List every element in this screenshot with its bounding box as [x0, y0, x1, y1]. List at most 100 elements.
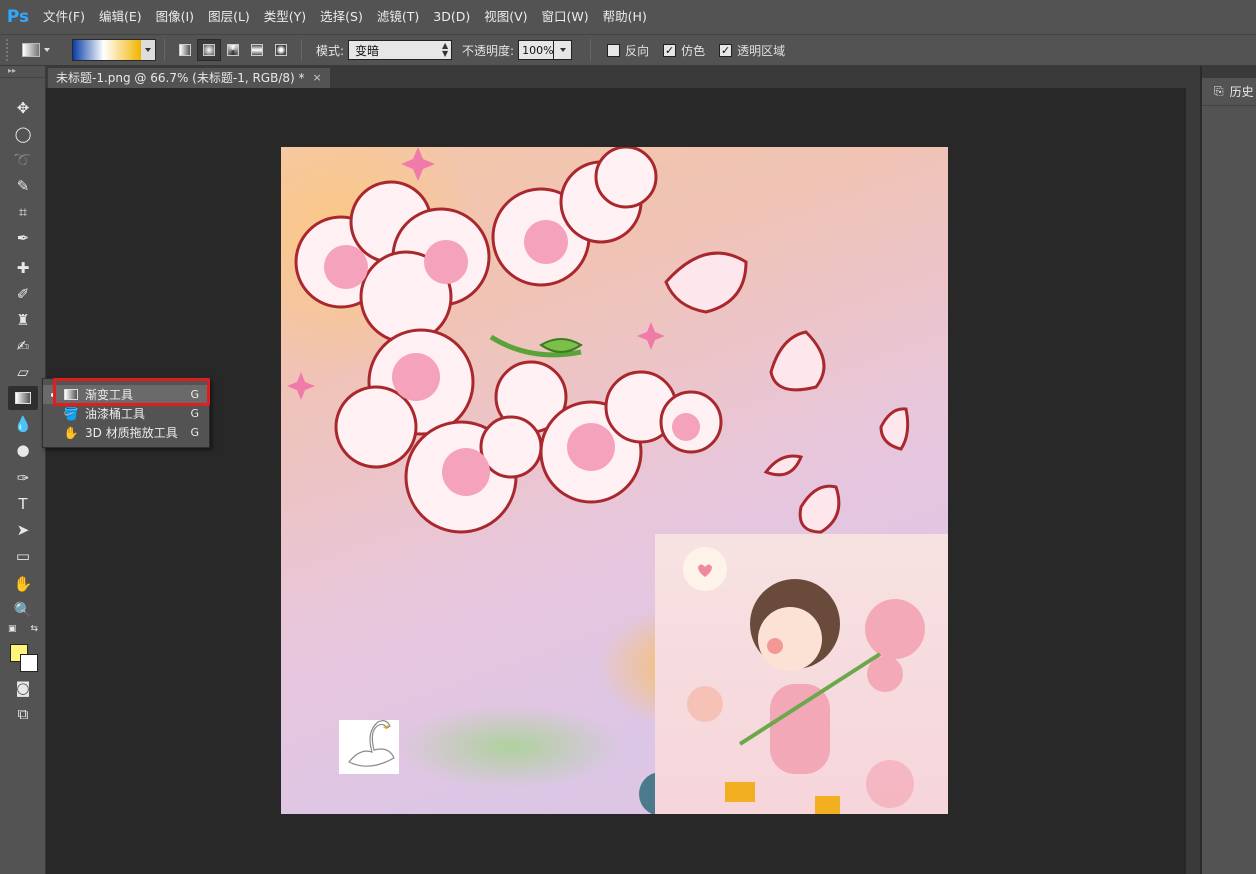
girl-illustration-layer — [655, 534, 948, 814]
girl-boot — [815, 796, 840, 814]
transparency-checkbox[interactable]: ✓ 透明区域 — [719, 42, 785, 59]
history-panel-tab[interactable]: ⎘ 历史 — [1202, 78, 1256, 106]
linear-gradient-button[interactable] — [173, 39, 197, 61]
checkbox-box[interactable]: ✓ — [719, 43, 733, 57]
close-icon[interactable]: × — [313, 68, 322, 88]
diamond-gradient-icon — [275, 44, 287, 56]
panel-dock-header[interactable] — [1202, 66, 1256, 78]
quick-selection-tool-icon[interactable]: ✎ — [8, 174, 38, 198]
divider — [590, 39, 592, 61]
tool-preset-picker[interactable] — [22, 39, 62, 61]
pen-tool-icon[interactable]: ✑ — [8, 466, 38, 490]
divider — [164, 39, 165, 61]
lasso-tool-icon[interactable]: ➰ — [8, 148, 38, 172]
flyout-shortcut: G — [190, 388, 199, 401]
peony-flower — [866, 760, 914, 808]
move-tool-icon[interactable]: ✥ — [8, 96, 38, 120]
flyout-item-paint-bucket[interactable]: 🪣 油漆桶工具 G — [43, 404, 209, 423]
mode-select[interactable]: 变暗 ▲ ▼ — [348, 40, 453, 60]
menu-filter[interactable]: 滤镜(T) — [370, 0, 426, 34]
crop-tool-icon[interactable]: ⌗ — [8, 200, 38, 224]
options-bar-grip[interactable] — [6, 39, 12, 61]
document-tab[interactable]: 未标题-1.png @ 66.7% (未标题-1, RGB/8) * × — [48, 68, 330, 88]
opacity-label: 不透明度: — [462, 43, 515, 58]
girl-blush — [767, 638, 783, 654]
menu-edit[interactable]: 编辑(E) — [92, 0, 149, 34]
checkbox-box[interactable]: ✓ — [663, 43, 677, 57]
reflected-gradient-button[interactable] — [245, 39, 269, 61]
peony-flower — [867, 656, 903, 692]
blossom-cluster — [294, 147, 723, 534]
type-tool-icon[interactable]: T — [8, 492, 38, 516]
mode-label: 模式: — [316, 43, 345, 58]
chevron-down-icon — [44, 48, 50, 52]
eraser-tool-icon[interactable]: ▱ — [8, 360, 38, 384]
hand-tool-icon[interactable]: ✋ — [8, 572, 38, 596]
gradient-tool-icon — [22, 43, 40, 57]
gradient-tool-icon[interactable] — [8, 386, 38, 410]
dodge-tool-icon[interactable]: ● — [8, 438, 38, 462]
clone-stamp-tool-icon[interactable]: ♜ — [8, 308, 38, 332]
dither-label: 仿色 — [681, 43, 706, 58]
angle-gradient-button[interactable] — [221, 39, 245, 61]
checkbox-box[interactable] — [607, 43, 621, 57]
healing-brush-tool-icon[interactable]: ✚ — [8, 256, 38, 280]
switch-colors-icon[interactable]: ⇆ — [30, 624, 38, 634]
paint-bucket-icon: 🪣 — [63, 406, 79, 421]
swan-image-layer — [339, 720, 399, 774]
diamond-gradient-button[interactable] — [269, 39, 293, 61]
history-icon: ⎘ — [1214, 84, 1224, 98]
menu-view[interactable]: 视图(V) — [477, 0, 534, 34]
menu-3d[interactable]: 3D(D) — [426, 0, 477, 34]
flyout-item-gradient[interactable]: 渐变工具 G — [43, 385, 209, 404]
menu-select[interactable]: 选择(S) — [313, 0, 370, 34]
menu-image[interactable]: 图像(I) — [149, 0, 201, 34]
document-canvas[interactable] — [281, 147, 948, 814]
document-tab-title: 未标题-1.png @ 66.7% (未标题-1, RGB/8) * — [56, 71, 305, 85]
tools-panel: ▸▸ ✥ ◯ ➰ ✎ ⌗ ✒ ✚ ✐ ♜ ✍ ▱ 💧 ● ✑ T ➤ ▭ ✋ 🔍… — [0, 66, 46, 874]
canvas-area[interactable] — [46, 88, 1200, 874]
menu-type[interactable]: 类型(Y) — [257, 0, 313, 34]
path-selection-tool-icon[interactable]: ➤ — [8, 518, 38, 542]
gradient-picker[interactable] — [72, 39, 156, 61]
zoom-tool-icon[interactable]: 🔍 — [8, 598, 38, 622]
radial-gradient-button[interactable] — [197, 39, 221, 61]
history-panel-label: 历史 — [1229, 85, 1254, 99]
gradient-dropdown-button[interactable] — [141, 40, 155, 60]
girl-body — [770, 684, 830, 774]
menu-file[interactable]: 文件(F) — [36, 0, 92, 34]
girl-face — [758, 607, 822, 671]
reverse-checkbox[interactable]: 反向 — [607, 42, 649, 59]
selected-indicator-icon — [51, 392, 55, 397]
reflected-gradient-icon — [251, 44, 263, 56]
reverse-label: 反向 — [625, 43, 650, 58]
history-brush-tool-icon[interactable]: ✍ — [8, 334, 38, 358]
girl-illustration — [683, 547, 925, 814]
flyout-shortcut: G — [190, 407, 199, 420]
blur-tool-icon[interactable]: 💧 — [8, 412, 38, 436]
gradient-preview[interactable] — [73, 40, 141, 60]
screen-mode-icon[interactable]: ⧉ — [8, 702, 38, 726]
tools-panel-collapse[interactable]: ▸▸ — [0, 66, 45, 78]
swan-illustration — [348, 720, 395, 767]
swap-colors-icon[interactable]: ▣ ⇆ — [8, 622, 38, 636]
background-color-swatch[interactable] — [20, 654, 38, 672]
spinner-arrows-icon: ▲ ▼ — [441, 41, 449, 58]
mode-value: 变暗 — [355, 43, 380, 58]
dither-checkbox[interactable]: ✓ 仿色 — [663, 42, 705, 59]
opacity-input[interactable]: 100% — [518, 40, 555, 60]
menu-help[interactable]: 帮助(H) — [596, 0, 654, 34]
eyedropper-tool-icon[interactable]: ✒ — [8, 226, 38, 250]
opacity-dropdown-button[interactable] — [554, 40, 573, 60]
brush-tool-icon[interactable]: ✐ — [8, 282, 38, 306]
default-colors-icon[interactable]: ▣ — [8, 624, 17, 634]
transparency-label: 透明区域 — [737, 43, 786, 58]
elliptical-marquee-tool-icon[interactable]: ◯ — [8, 122, 38, 146]
menu-layer[interactable]: 图层(L) — [201, 0, 257, 34]
panel-gutter — [1186, 66, 1200, 874]
flyout-item-3d-material-drop[interactable]: ✋ 3D 材质拖放工具 G — [43, 423, 209, 442]
menu-window[interactable]: 窗口(W) — [535, 0, 596, 34]
flyout-shortcut: G — [190, 426, 199, 439]
rectangle-tool-icon[interactable]: ▭ — [8, 544, 38, 568]
quick-mask-icon[interactable]: ◙ — [8, 676, 38, 700]
